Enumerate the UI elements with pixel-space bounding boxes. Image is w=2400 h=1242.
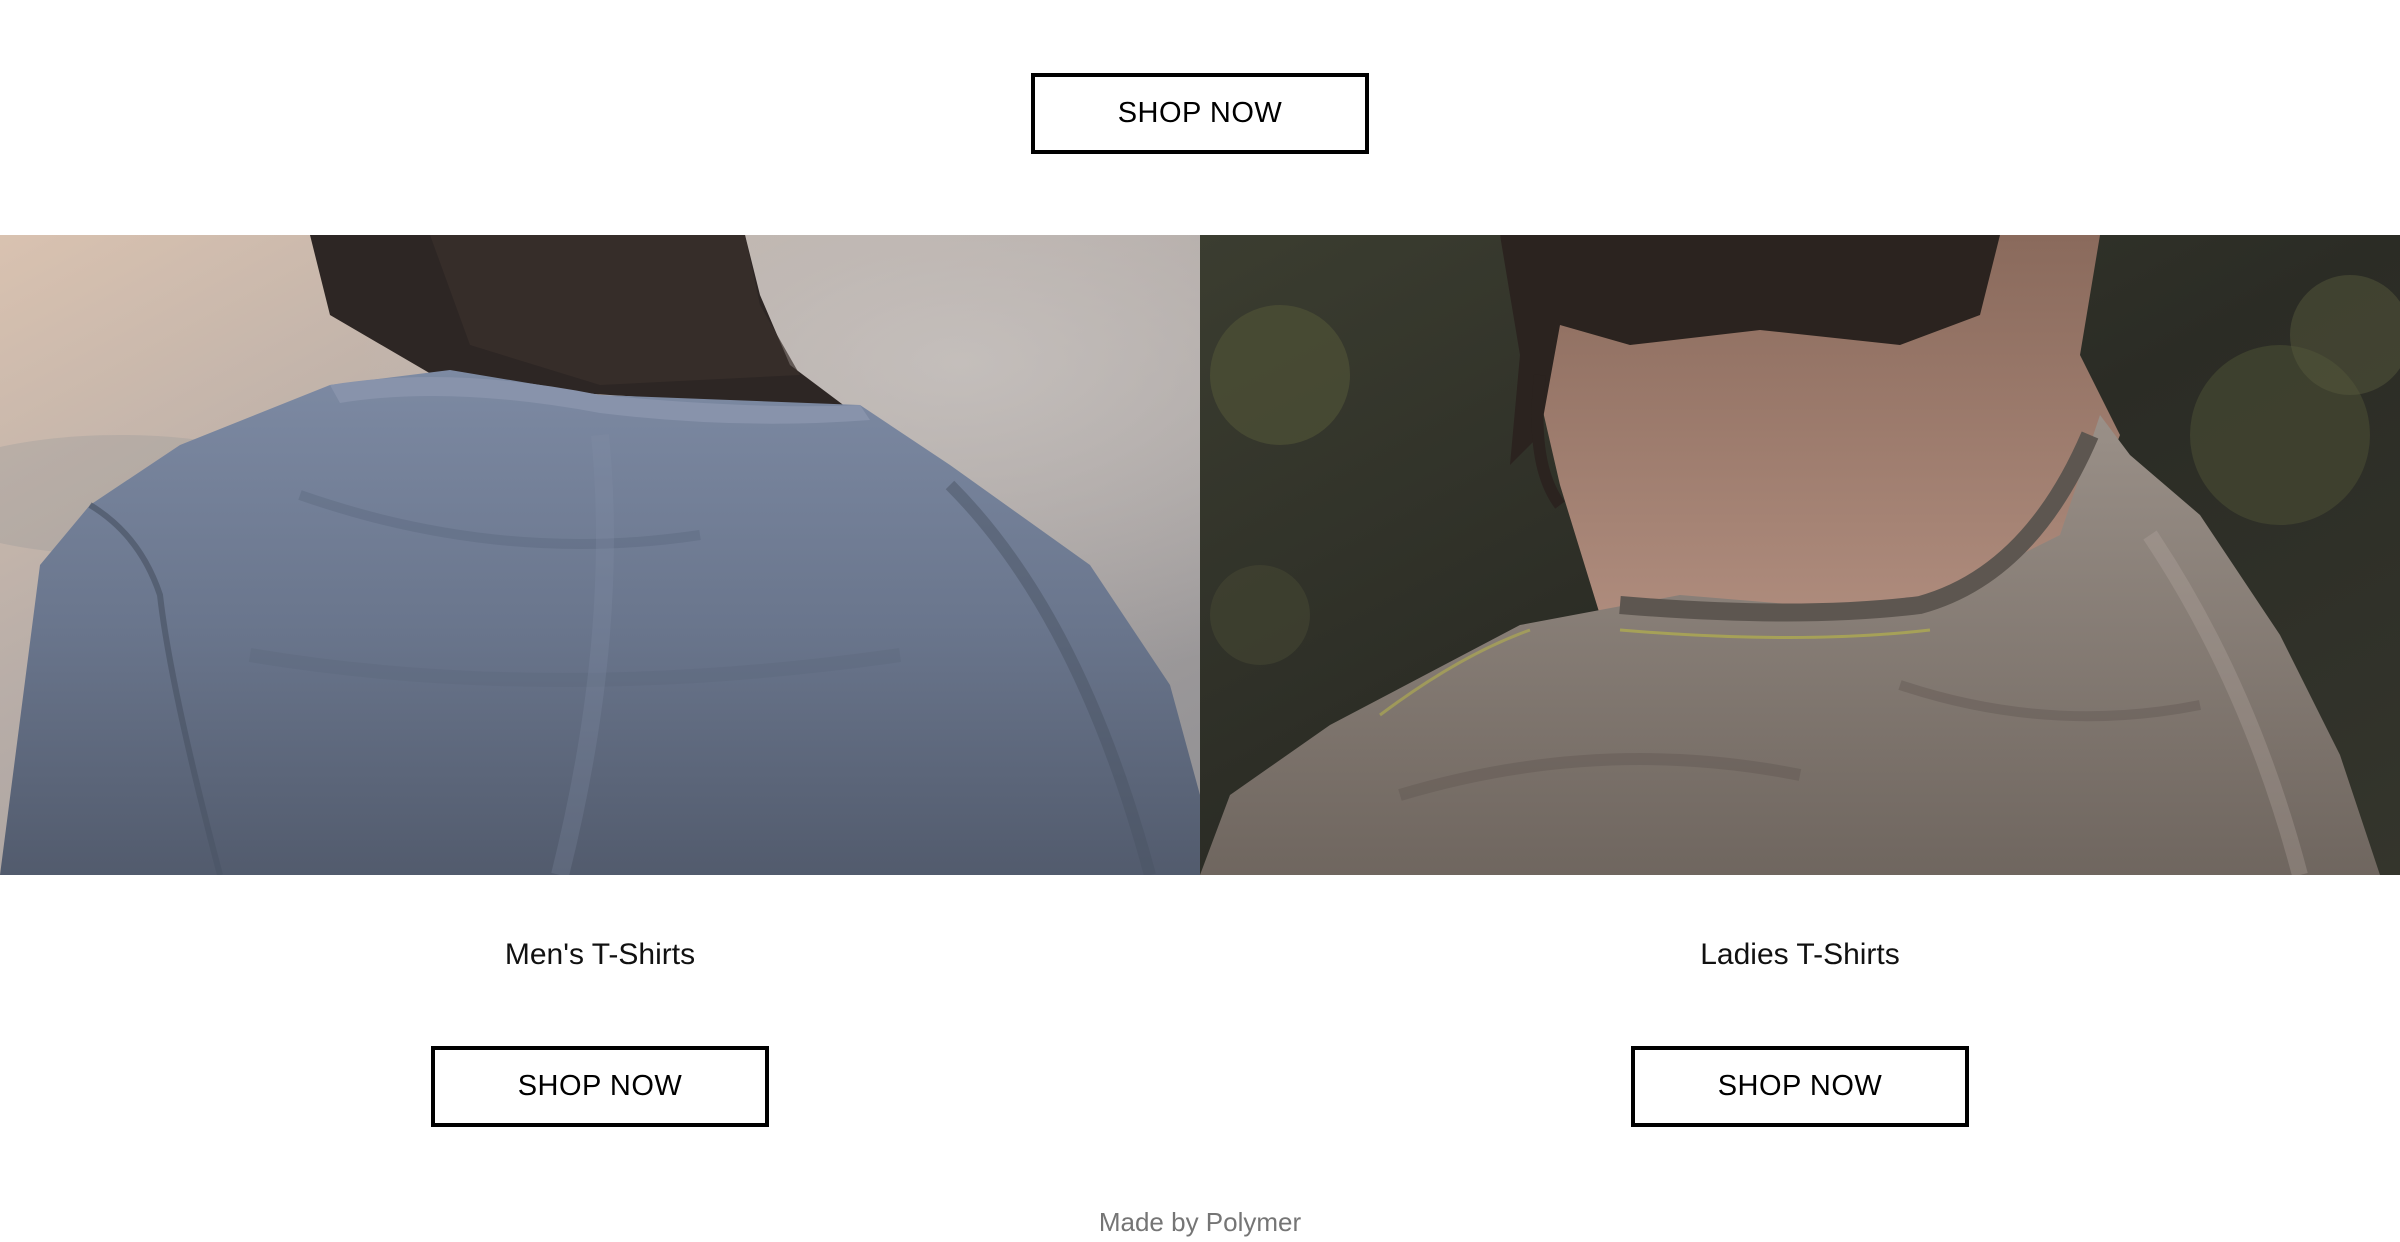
ladies-tshirts-photo [1200, 235, 2400, 875]
mens-tshirts-image[interactable] [0, 235, 1200, 875]
shop-now-button-top[interactable]: SHOP NOW [1031, 73, 1369, 154]
ladies-tshirts-image[interactable] [1200, 235, 2400, 875]
shop-now-label: SHOP NOW [1717, 1070, 1883, 1102]
mens-tshirts-title: Men's T-Shirts [504, 938, 696, 971]
shop-now-button-ladies[interactable]: SHOP NOW [1631, 1046, 1969, 1127]
shop-now-button-mens[interactable]: SHOP NOW [431, 1046, 769, 1127]
ladies-tshirts-title: Ladies T-Shirts [1700, 938, 1900, 971]
shop-page: SHOP NOW Men's T-Shirts Ladies T-Shirts … [0, 0, 2400, 1242]
shop-now-label: SHOP NOW [1117, 97, 1283, 129]
footer-credit: Made by Polymer [1098, 1207, 1302, 1237]
shop-now-label: SHOP NOW [517, 1070, 683, 1102]
mens-tshirts-photo [0, 235, 1200, 875]
